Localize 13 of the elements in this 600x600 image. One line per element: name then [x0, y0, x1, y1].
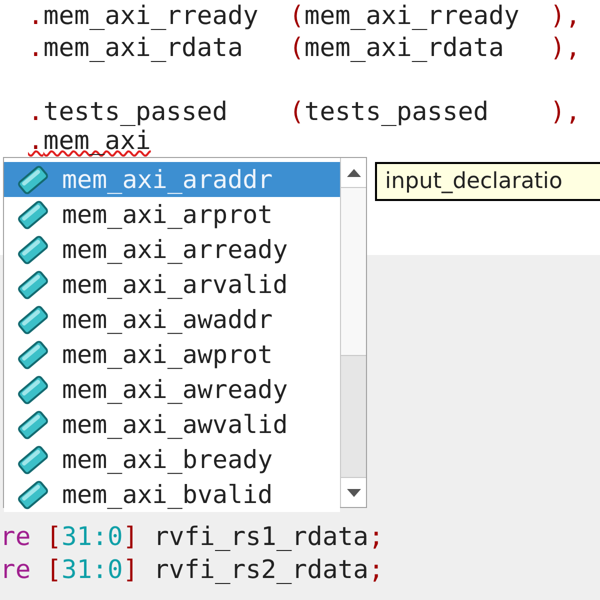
- code-line: .mem_axi_rdata (mem_axi_rdata ),: [28, 32, 581, 64]
- code-line: re [31:0] rvfi_rs2_rdata;: [0, 554, 384, 586]
- scrollbar[interactable]: [340, 158, 366, 507]
- tooltip: input_declaratio: [375, 162, 600, 201]
- down-arrow-icon: [346, 488, 360, 496]
- code-line: .tests_passed (tests_passed ),: [28, 96, 581, 128]
- code-line: .mem_axi_rready (mem_axi_rready ),: [28, 0, 581, 32]
- scroll-down-button[interactable]: [341, 477, 366, 507]
- code-line: .mem_axi: [28, 128, 151, 155]
- code-line: re [31:0] rvfi_rs1_rdata;: [0, 521, 384, 554]
- scroll-up-button[interactable]: [341, 158, 366, 188]
- scrollbar-thumb[interactable]: [341, 188, 366, 356]
- up-arrow-icon: [346, 168, 360, 176]
